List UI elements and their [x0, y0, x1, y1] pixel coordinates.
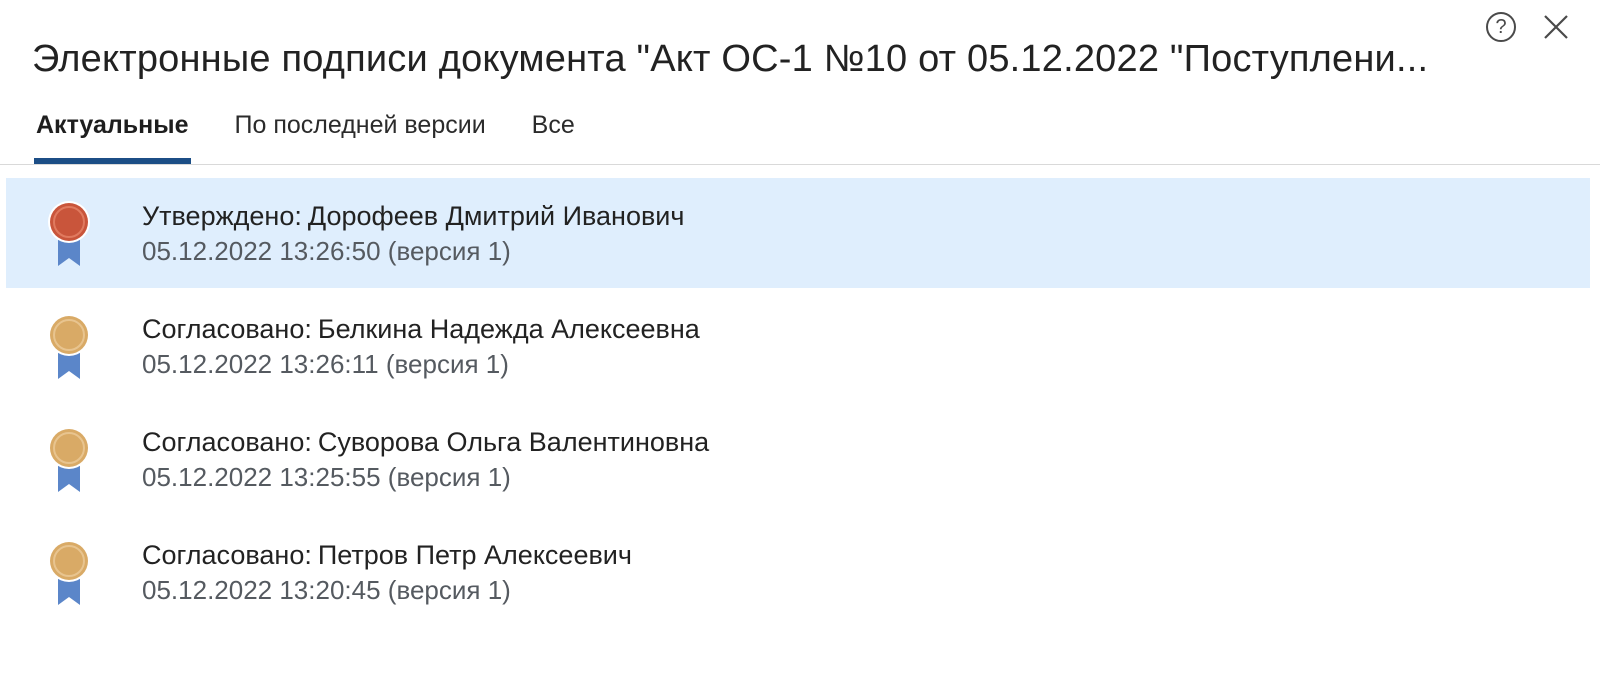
signature-version: (версия 1) — [387, 575, 511, 605]
signature-row[interactable]: Утверждено: Дорофеев Дмитрий Иванович 05.… — [6, 178, 1590, 288]
signature-row[interactable]: Согласовано: Белкина Надежда Алексеевна 0… — [6, 291, 1590, 401]
signature-version: (версия 1) — [387, 236, 511, 266]
signer-name: Белкина Надежда Алексеевна — [317, 314, 700, 344]
question-circle-icon[interactable]: ? — [1486, 12, 1516, 42]
signature-row[interactable]: Согласовано: Суворова Ольга Валентиновна … — [6, 404, 1590, 514]
signature-title: Согласовано: Суворова Ольга Валентиновна — [142, 424, 709, 460]
agreed-medal-icon — [48, 314, 90, 379]
signature-title: Утверждено: Дорофеев Дмитрий Иванович — [142, 198, 684, 234]
signature-status: Утверждено: — [142, 201, 302, 231]
signature-version: (версия 1) — [387, 462, 511, 492]
signature-title: Согласовано: Белкина Надежда Алексеевна — [142, 311, 700, 347]
signatures-list: Утверждено: Дорофеев Дмитрий Иванович 05.… — [6, 178, 1590, 630]
close-icon[interactable] — [1542, 13, 1570, 41]
signature-datetime: 05.12.2022 13:25:55 — [142, 462, 381, 492]
signature-datetime: 05.12.2022 13:26:11 — [142, 349, 379, 379]
tab-actual[interactable]: Актуальные — [34, 104, 191, 164]
signature-status: Согласовано: — [142, 314, 312, 344]
signer-name: Суворова Ольга Валентиновна — [317, 427, 710, 457]
tab-last-version[interactable]: По последней версии — [233, 104, 486, 164]
signature-meta: 05.12.2022 13:26:11 (версия 1) — [142, 347, 509, 381]
header-icons: ? — [1486, 12, 1570, 42]
signature-meta: 05.12.2022 13:25:55 (версия 1) — [142, 460, 511, 494]
signature-datetime: 05.12.2022 13:26:50 — [142, 236, 381, 266]
tabs-divider — [0, 164, 1600, 165]
signature-status: Согласовано: — [142, 540, 312, 570]
tab-all[interactable]: Все — [530, 104, 575, 164]
approved-medal-icon — [48, 201, 90, 266]
tab-bar: Актуальные По последней версии Все — [34, 104, 619, 164]
signatures-dialog: Электронные подписи документа "Акт ОС-1 … — [0, 0, 1600, 696]
signature-version: (версия 1) — [385, 349, 509, 379]
signature-datetime: 05.12.2022 13:20:45 — [142, 575, 381, 605]
signature-status: Согласовано: — [142, 427, 312, 457]
signature-title: Согласовано: Петров Петр Алексеевич — [142, 537, 632, 573]
signer-name: Петров Петр Алексеевич — [317, 540, 632, 570]
signer-name: Дорофеев Дмитрий Иванович — [307, 201, 685, 231]
signature-row[interactable]: Согласовано: Петров Петр Алексеевич 05.12… — [6, 517, 1590, 627]
agreed-medal-icon — [48, 540, 90, 605]
signature-meta: 05.12.2022 13:20:45 (версия 1) — [142, 573, 511, 607]
dialog-title: Электронные подписи документа "Акт ОС-1 … — [32, 38, 1429, 80]
agreed-medal-icon — [48, 427, 90, 492]
signature-meta: 05.12.2022 13:26:50 (версия 1) — [142, 234, 511, 268]
